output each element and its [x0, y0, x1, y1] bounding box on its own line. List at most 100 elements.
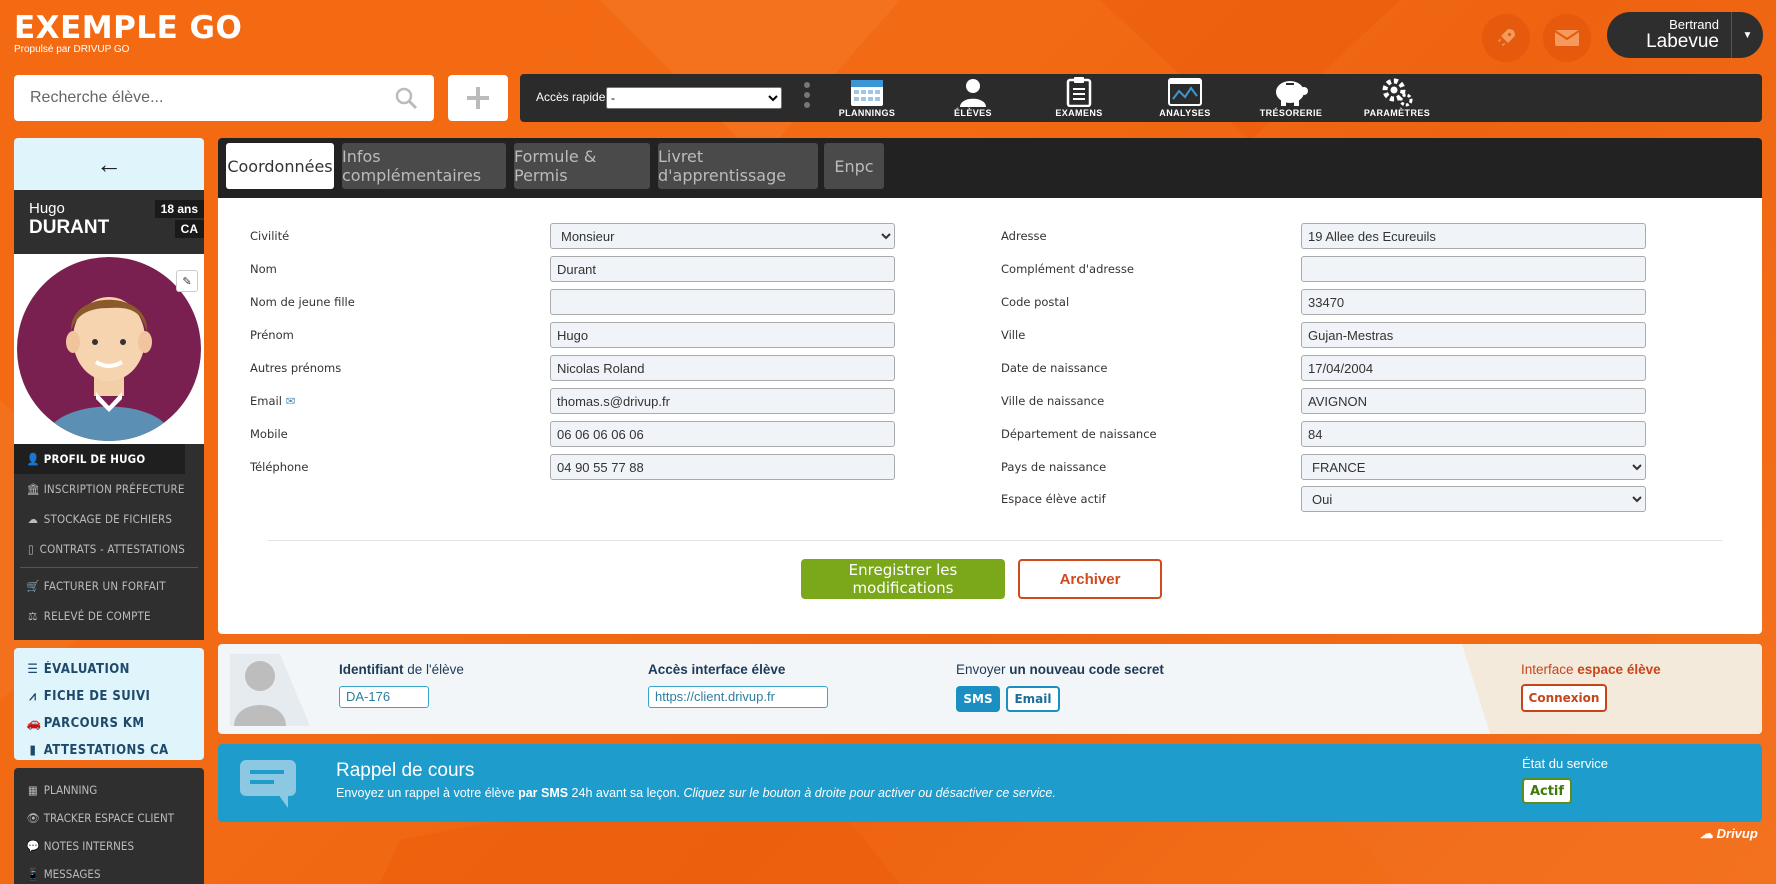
main-toolbar: Accès rapides - PLANNINGS ÉLÈVES EXAMENS — [520, 74, 1762, 122]
sidebar-item-notes[interactable]: 💬 NOTES INTERNES — [14, 832, 185, 860]
tab-infos[interactable]: Infos complémentaires — [342, 143, 506, 189]
telephone-input[interactable] — [550, 454, 895, 480]
espace-actif-select[interactable]: Oui — [1301, 486, 1646, 512]
field-departement: Département de naissance — [1001, 421, 1646, 447]
field-pays: Pays de naissance FRANCE — [1001, 454, 1646, 480]
save-button[interactable]: Enregistrer les modifications — [801, 559, 1005, 599]
pays-select[interactable]: FRANCE — [1301, 454, 1646, 480]
chevron-down-icon[interactable]: ▼ — [1731, 12, 1763, 58]
autres-prenoms-input[interactable] — [550, 355, 895, 381]
comment-icon: 💬 — [26, 839, 40, 853]
sidebar-item-attestations[interactable]: ▮ ATTESTATIONS CA — [14, 737, 185, 764]
reminder-desc-bold: par SMS — [518, 786, 569, 800]
search-icon[interactable] — [394, 86, 418, 110]
field-label: Ville de naissance — [1001, 394, 1105, 408]
sidebar-item-fiche-suivi[interactable]: ⩘ FICHE DE SUIVI — [14, 683, 185, 710]
adresse-input[interactable] — [1301, 223, 1646, 249]
field-label: Pays de naissance — [1001, 460, 1107, 474]
send-mail-icon[interactable]: ✉ — [286, 394, 296, 408]
sidebar-item-facturer[interactable]: 🛒 FACTURER UN FORFAIT — [14, 571, 185, 601]
sidebar-item-planning[interactable]: ▦ PLANNING — [14, 776, 185, 804]
date-naissance-input[interactable] — [1301, 355, 1646, 381]
tab-enpc[interactable]: Enpc — [824, 143, 884, 189]
field-label: Date de naissance — [1001, 361, 1108, 375]
nav-examens[interactable]: EXAMENS — [1034, 74, 1124, 122]
calendar-icon — [851, 80, 883, 106]
nom-jeune-fille-input[interactable] — [550, 289, 895, 315]
sidebar-item-profil[interactable]: 👤 PROFIL DE HUGO — [14, 444, 185, 474]
user-last-name: Labevue — [1646, 31, 1719, 52]
sidebar-item-label: TRACKER ESPACE CLIENT — [43, 811, 175, 825]
nav-tresorerie[interactable]: TRÉSORERIE — [1246, 74, 1336, 122]
sidebar-item-tracker[interactable]: 👁 TRACKER ESPACE CLIENT — [14, 804, 185, 832]
sidebar-item-inscription[interactable]: 🏛 INSCRIPTION PRÉFECTURE — [14, 474, 185, 504]
complement-input[interactable] — [1301, 256, 1646, 282]
departement-input[interactable] — [1301, 421, 1646, 447]
sidebar-item-evaluation[interactable]: ☰ ÉVALUATION — [14, 656, 185, 683]
send-sms-button[interactable]: SMS — [956, 686, 1000, 712]
rocket-button[interactable] — [1482, 14, 1530, 62]
send-email-button[interactable]: Email — [1006, 686, 1060, 712]
nav-analyses[interactable]: ANALYSES — [1140, 74, 1230, 122]
pencil-icon: ✎ — [182, 275, 192, 288]
bank-icon: 🏛 — [26, 482, 40, 496]
brand[interactable]: EXEMPLE GO Propulsé par DRIVUP GO — [14, 10, 242, 55]
user-menu[interactable]: Bertrand Labevue ▼ — [1607, 12, 1763, 58]
archive-button[interactable]: Archiver — [1018, 559, 1162, 599]
service-toggle-button[interactable]: Actif — [1522, 778, 1572, 804]
sidebar-item-label: CONTRATS - ATTESTATIONS — [39, 542, 185, 556]
ville-input[interactable] — [1301, 322, 1646, 348]
nav-plannings[interactable]: PLANNINGS — [822, 74, 912, 122]
brand-name: EXEMPLE GO — [14, 10, 243, 46]
student-id-label: Identifiant de l'élève — [339, 662, 464, 677]
user-first-name: Bertrand — [1669, 17, 1719, 32]
reminder-desc-1: Envoyez un rappel à votre élève — [336, 786, 519, 800]
sidebar-item-label: NOTES INTERNES — [43, 839, 135, 853]
back-button[interactable]: ← — [14, 138, 204, 190]
sidebar-item-parcours[interactable]: 🚗 PARCOURS KM — [14, 710, 185, 737]
email-field[interactable] — [550, 388, 895, 414]
tab-livret[interactable]: Livret d'apprentissage — [658, 143, 818, 189]
field-ville-naissance: Ville de naissance — [1001, 388, 1646, 414]
field-label-email: Email ✉ — [250, 394, 550, 408]
quick-access-select[interactable]: - — [606, 87, 782, 109]
connexion-button[interactable]: Connexion — [1521, 684, 1607, 712]
sidebar-item-contrats[interactable]: ▯ CONTRATS - ATTESTATIONS — [14, 534, 185, 564]
edit-avatar-button[interactable]: ✎ — [176, 270, 198, 292]
quick-access-label: Accès rapides — [536, 90, 612, 104]
nav-parametres[interactable]: PARAMÈTRES — [1352, 74, 1442, 122]
iface-label-bold: espace élève — [1577, 662, 1661, 677]
espace-eleve-background — [1462, 644, 1762, 734]
rocket-icon — [1498, 29, 1515, 46]
more-icon[interactable] — [804, 82, 810, 112]
field-label: Mobile — [250, 427, 288, 441]
sidebar-item-messages[interactable]: 📱 MESSAGES — [14, 860, 185, 884]
field-label: Complément d'adresse — [1001, 262, 1134, 276]
mobile-input[interactable] — [550, 421, 895, 447]
scale-icon: ⚖ — [28, 609, 38, 623]
nav-eleves[interactable]: ÉLÈVES — [928, 74, 1018, 122]
sidebar-item-releve[interactable]: ⚖ RELEVÉ DE COMPTE — [14, 601, 185, 631]
mobile-icon: 📱 — [26, 867, 40, 881]
course-reminder-panel: Rappel de cours Envoyez un rappel à votr… — [218, 744, 1762, 822]
tab-formule[interactable]: Formule & Permis — [514, 143, 650, 189]
ville-naissance-input[interactable] — [1301, 388, 1646, 414]
field-label: Autres prénoms — [250, 361, 342, 375]
field-espace-actif: Espace élève actif Oui — [1001, 486, 1646, 512]
field-mobile: Mobile — [250, 421, 895, 447]
civilite-select[interactable]: Monsieur — [550, 223, 895, 249]
field-label: Ville — [1001, 328, 1026, 342]
student-id-field[interactable]: DA-176 — [339, 686, 429, 708]
prenom-input[interactable] — [550, 322, 895, 348]
student-first-name: Hugo — [29, 200, 65, 217]
add-student-button[interactable] — [448, 75, 508, 121]
student-search[interactable] — [14, 75, 434, 121]
mail-button[interactable] — [1543, 14, 1591, 62]
access-url-field[interactable]: https://client.drivup.fr — [648, 686, 828, 708]
tab-coordonnees[interactable]: Coordonnées — [226, 143, 334, 189]
sidebar-item-label: RELEVÉ DE COMPTE — [43, 609, 151, 623]
code-postal-input[interactable] — [1301, 289, 1646, 315]
sidebar-item-stockage[interactable]: ☁ STOCKAGE DE FICHIERS — [14, 504, 185, 534]
nom-input[interactable] — [550, 256, 895, 282]
search-input[interactable] — [30, 89, 394, 107]
